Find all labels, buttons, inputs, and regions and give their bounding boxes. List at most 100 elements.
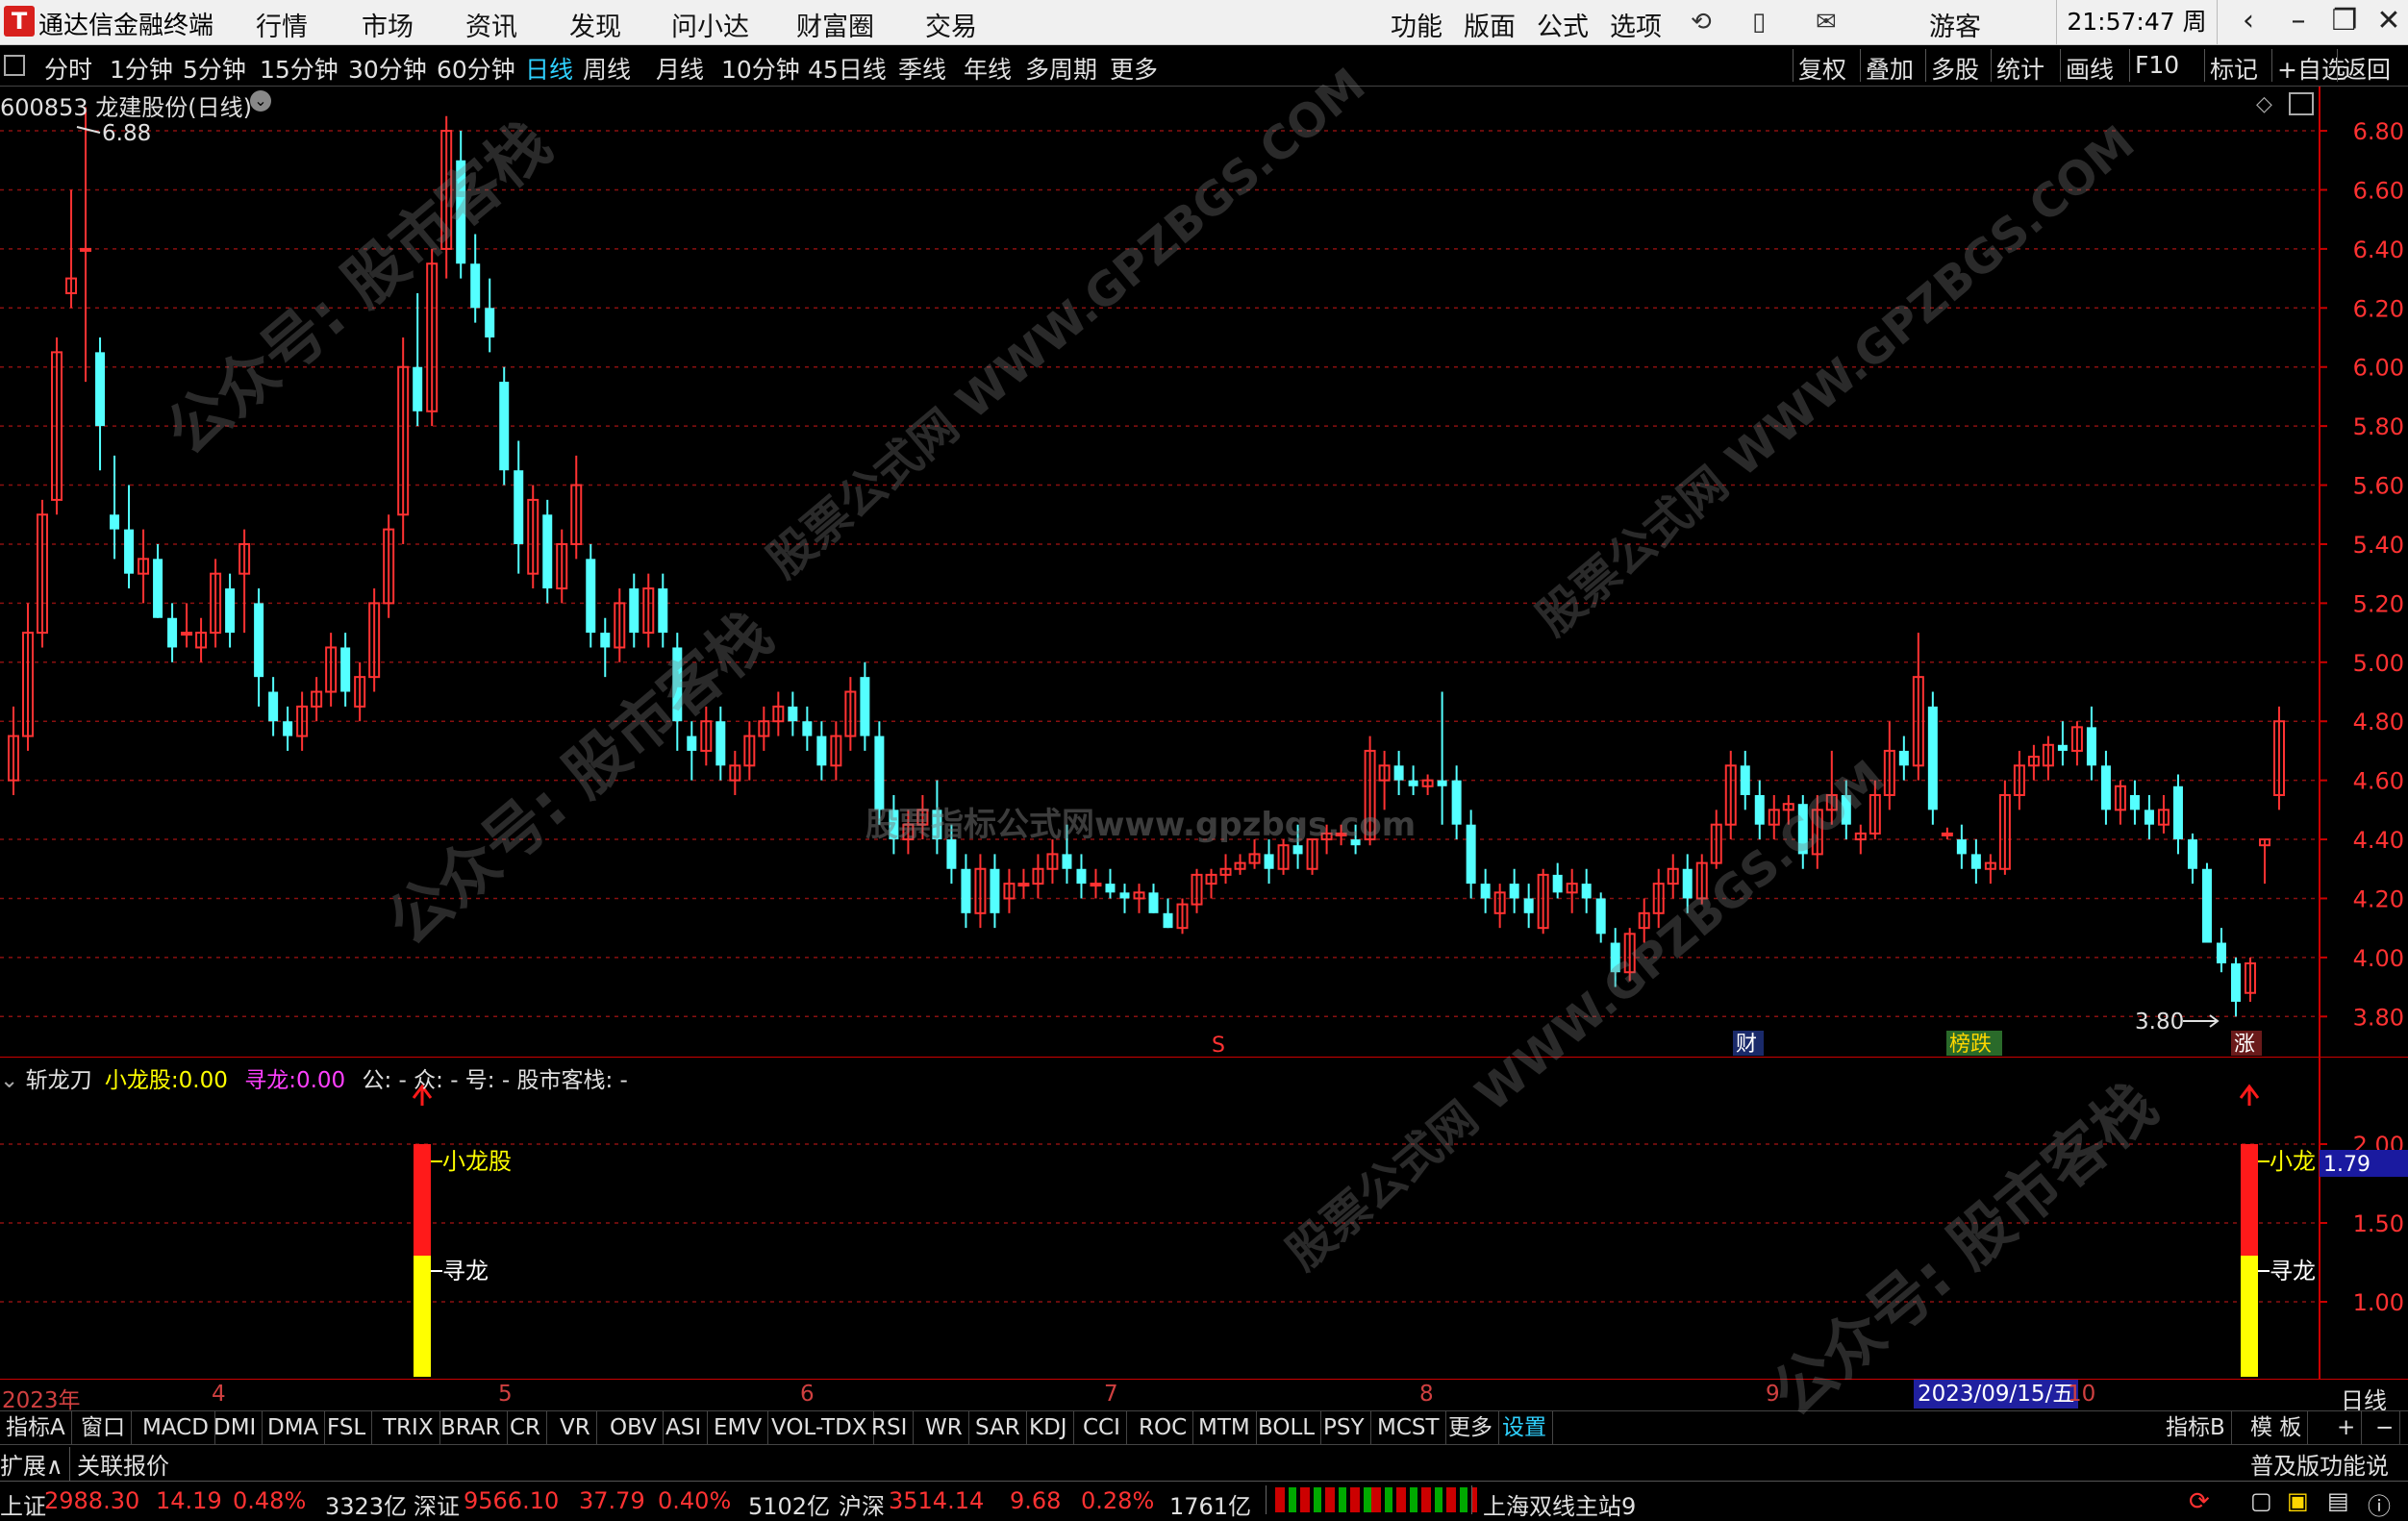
- menu-faxian[interactable]: 发现: [569, 6, 621, 43]
- tool-7[interactable]: +自选: [2277, 51, 2345, 86]
- sync-icon[interactable]: ⟳: [2189, 1487, 2210, 1516]
- toolbar-gongshi[interactable]: 公式: [1537, 6, 1589, 43]
- save-icon[interactable]: ▤: [2327, 1487, 2349, 1514]
- period-tab-9[interactable]: 10分钟: [721, 51, 800, 86]
- indicator-tab-4[interactable]: DMA: [262, 1411, 326, 1444]
- period-tab-3[interactable]: 15分钟: [260, 51, 339, 86]
- menu-jiaoyi[interactable]: 交易: [925, 6, 977, 43]
- period-tab-14[interactable]: 更多: [1110, 51, 1158, 86]
- indicator-tab-25[interactable]: 设置: [1496, 1411, 1553, 1444]
- period-tab-8[interactable]: 月线: [656, 51, 704, 86]
- indicator-extra: 公: - 众: - 号: - 股市客栈: -: [362, 1068, 628, 1093]
- tool-3[interactable]: 统计: [1996, 51, 2044, 86]
- server-station[interactable]: 上海双线主站9: [1483, 1487, 1636, 1521]
- menu-zixun[interactable]: 资讯: [465, 6, 517, 43]
- sh-change: 14.19: [156, 1487, 222, 1514]
- menu-shichang[interactable]: 市场: [362, 6, 414, 43]
- period-tab-0[interactable]: 分时: [44, 51, 92, 86]
- period-tab-13[interactable]: 多周期: [1025, 51, 1097, 86]
- status-bar: 上证 2988.30 14.19 0.48% 3323亿 深证 9566.10 …: [0, 1481, 2408, 1520]
- indicator-tab-21[interactable]: BOLL: [1252, 1411, 1322, 1444]
- lock-icon[interactable]: ▣: [2287, 1487, 2309, 1514]
- period-tab-6[interactable]: 日线: [525, 51, 573, 86]
- indicator-tab-2[interactable]: MACD: [137, 1411, 215, 1444]
- candle-body: [990, 868, 1000, 913]
- indicator-name[interactable]: 斩龙刀: [26, 1068, 92, 1093]
- period-tab-7[interactable]: 周线: [583, 51, 631, 86]
- indicator-tab-20[interactable]: MTM: [1192, 1411, 1257, 1444]
- indicator-tab-24[interactable]: 更多: [1442, 1411, 1499, 1444]
- period-tab-2[interactable]: 5分钟: [183, 51, 246, 86]
- tool-1[interactable]: 叠加: [1866, 51, 1914, 86]
- close-icon[interactable]: ✕: [2370, 4, 2408, 37]
- tool-6[interactable]: 标记: [2210, 51, 2258, 86]
- indicator-tab-19[interactable]: ROC: [1133, 1411, 1194, 1444]
- period-tab-11[interactable]: 季线: [898, 51, 946, 86]
- tool-5[interactable]: F10: [2135, 51, 2179, 79]
- indicator-tab-13[interactable]: VOL-TDX: [765, 1411, 874, 1444]
- period-tab-5[interactable]: 60分钟: [437, 51, 515, 86]
- minimize-icon[interactable]: –: [2279, 4, 2318, 37]
- indicator-tab-17[interactable]: KDJ: [1023, 1411, 1074, 1444]
- indicator-tab-6[interactable]: TRIX: [377, 1411, 440, 1444]
- tool-2[interactable]: 多股: [1931, 51, 1979, 86]
- indicator-chart[interactable]: 2.001.501.00小龙股寻龙小龙寻龙1.79: [0, 1058, 2408, 1379]
- toolbar-banmian[interactable]: 版面: [1464, 6, 1516, 43]
- back-icon[interactable]: ‹: [2229, 4, 2268, 37]
- period-tab-4[interactable]: 30分钟: [348, 51, 427, 86]
- indicator-tab-16[interactable]: SAR: [969, 1411, 1027, 1444]
- tab-add-button[interactable]: +: [2331, 1411, 2363, 1444]
- indicator-dropdown-icon[interactable]: ⌄: [0, 1068, 18, 1093]
- layout-icon[interactable]: [2289, 92, 2314, 115]
- toolbar-xuanxiang[interactable]: 选项: [1610, 6, 1662, 43]
- menu-wenxiaoda[interactable]: 问小达: [671, 6, 749, 43]
- indicator-tab-1[interactable]: 窗口: [75, 1411, 132, 1444]
- user-guest[interactable]: 游客: [1929, 6, 1981, 43]
- sh-label[interactable]: 上证: [0, 1487, 46, 1521]
- price-tick-label: 4.20: [2353, 885, 2404, 912]
- indicator-tab-10[interactable]: OBV: [604, 1411, 664, 1444]
- price-tick-label: 4.80: [2353, 709, 2404, 736]
- indicator-tab-11[interactable]: ASI: [660, 1411, 709, 1444]
- menu-caifuquan[interactable]: 财富圈: [796, 6, 874, 43]
- indicator-tab-5[interactable]: FSL: [321, 1411, 373, 1444]
- tool-0[interactable]: 复权: [1798, 51, 1846, 86]
- stock-dropdown-icon[interactable]: ⌄: [250, 90, 271, 112]
- market-breadth-bar-2: [1371, 1487, 1477, 1512]
- tab-template[interactable]: 模 板: [2245, 1411, 2309, 1444]
- indicator-tab-3[interactable]: DMI: [208, 1411, 263, 1444]
- notice-icon[interactable]: ▢: [2250, 1487, 2272, 1514]
- toolbar-gongneng[interactable]: 功能: [1391, 6, 1442, 43]
- sidebar-toggle-icon[interactable]: [4, 55, 25, 76]
- phone-icon[interactable]: ▯: [1752, 8, 1766, 37]
- indicator-tab-23[interactable]: MCST: [1371, 1411, 1446, 1444]
- sz-label[interactable]: 深证: [414, 1487, 460, 1521]
- related-quote-button[interactable]: 关联报价: [77, 1447, 169, 1481]
- tool-8[interactable]: 返回: [2343, 51, 2391, 86]
- info-icon[interactable]: ⓘ: [2368, 1487, 2391, 1521]
- extend-button[interactable]: 扩展∧: [0, 1447, 70, 1481]
- tool-4[interactable]: 画线: [2066, 51, 2114, 86]
- price-tick-label: 6.00: [2353, 355, 2404, 382]
- period-tab-12[interactable]: 年线: [964, 51, 1012, 86]
- restore-icon[interactable]: ❐: [2325, 4, 2364, 37]
- diamond-icon[interactable]: ◇: [2256, 92, 2272, 116]
- indicator-tab-9[interactable]: VR: [554, 1411, 597, 1444]
- hs-label[interactable]: 沪深: [839, 1487, 885, 1521]
- indicator-tab-8[interactable]: CR: [504, 1411, 548, 1444]
- message-icon[interactable]: ✉: [1816, 8, 1837, 37]
- tab-remove-button[interactable]: −: [2370, 1411, 2401, 1444]
- indicator-tab-12[interactable]: EMV: [708, 1411, 769, 1444]
- tab-zhibiao-b[interactable]: 指标B: [2160, 1411, 2232, 1444]
- indicator-tab-18[interactable]: CCI: [1077, 1411, 1127, 1444]
- kline-chart[interactable]: 6.80 6.60 6.40 6.20 6.00 5.80 5.60 5.40 5.20 5.00…: [0, 87, 2408, 1058]
- period-tab-10[interactable]: 45日线: [808, 51, 887, 86]
- indicator-tab-0[interactable]: 指标A: [0, 1411, 72, 1444]
- indicator-tab-15[interactable]: WR: [919, 1411, 969, 1444]
- indicator-tab-22[interactable]: PSY: [1317, 1411, 1371, 1444]
- indicator-tab-14[interactable]: RSI: [865, 1411, 915, 1444]
- indicator-tab-7[interactable]: BRAR: [435, 1411, 508, 1444]
- refresh-icon[interactable]: ⟲: [1691, 8, 1712, 37]
- menu-hangqing[interactable]: 行情: [256, 6, 308, 43]
- period-tab-1[interactable]: 1分钟: [110, 51, 173, 86]
